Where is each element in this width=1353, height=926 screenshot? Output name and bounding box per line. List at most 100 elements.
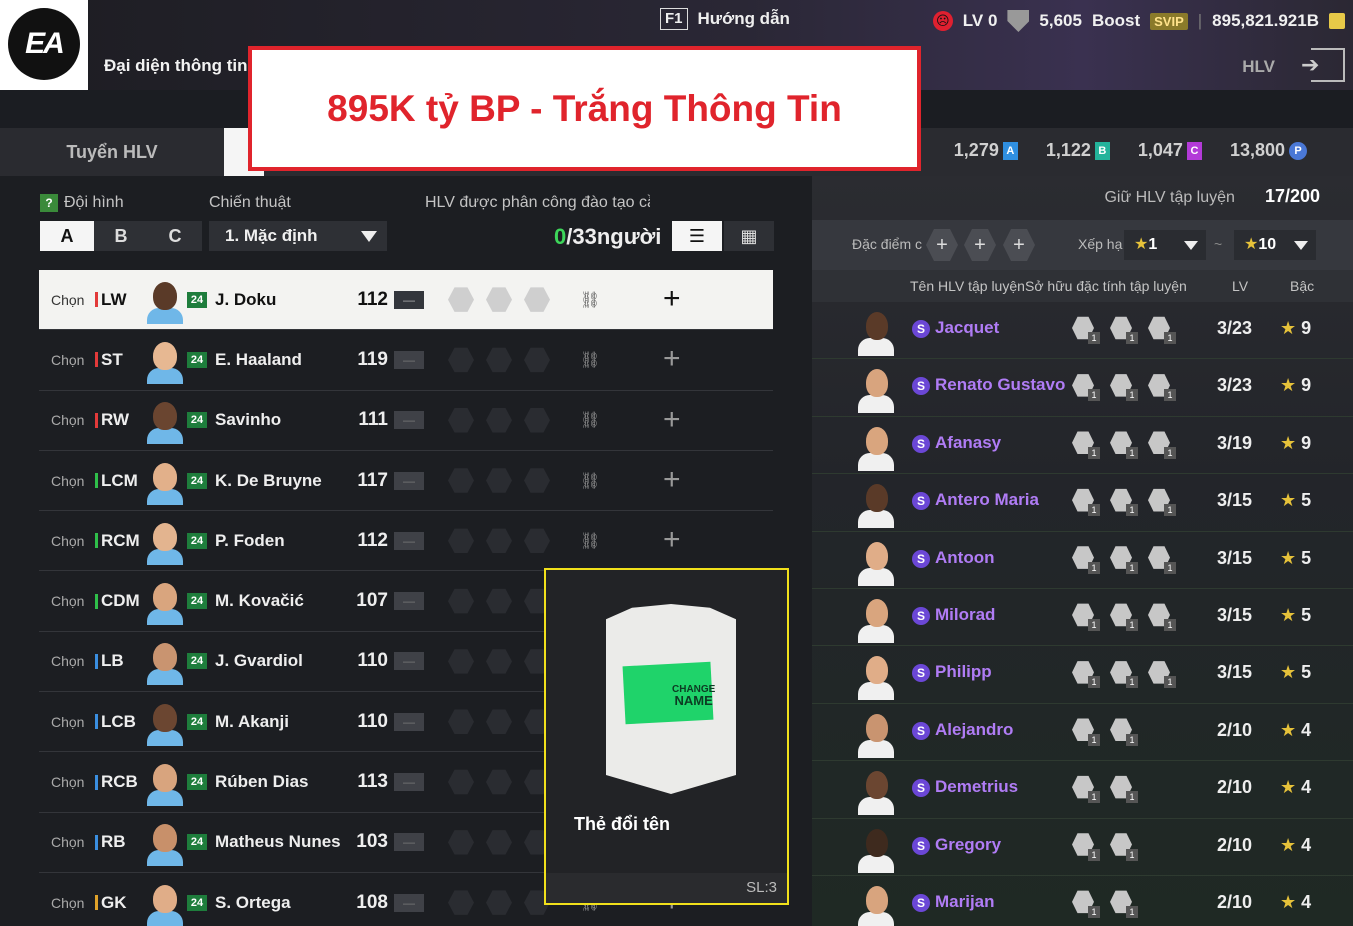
trait-slot[interactable] (448, 649, 474, 674)
minus-button[interactable]: — (394, 411, 424, 430)
minus-button[interactable]: — (394, 833, 424, 852)
trait-slot[interactable] (524, 347, 550, 373)
trait-slot[interactable] (448, 890, 474, 915)
choose-label[interactable]: Chọn (51, 292, 95, 308)
trait-slot[interactable] (486, 528, 512, 554)
trait-slot[interactable] (486, 830, 512, 855)
link-icon[interactable]: ⛓ (580, 471, 600, 491)
coach-row[interactable]: S Gregory 1 1 2/10 ★ 4 (812, 819, 1353, 876)
add-coach-button[interactable]: + (663, 282, 681, 316)
rank-from-select[interactable]: ★1 (1124, 230, 1206, 260)
position-label: CDM (95, 591, 145, 611)
choose-label[interactable]: Chọn (51, 533, 95, 549)
trait-slot[interactable] (448, 287, 474, 312)
pitch-view-button[interactable]: ▦ (724, 221, 774, 251)
minus-button[interactable]: — (394, 290, 424, 309)
help-button[interactable]: F1 Hướng dẫn (660, 8, 790, 30)
minus-button[interactable]: — (394, 531, 424, 550)
choose-label[interactable]: Chọn (51, 774, 95, 790)
position-label: RCB (95, 772, 145, 792)
trait-slot[interactable] (524, 468, 550, 493)
position-label: LCM (95, 471, 145, 491)
player-row[interactable]: Chọn LCM 24 K. De Bruyne 117 — ⛓ + (39, 451, 773, 512)
trait-slot[interactable] (448, 709, 474, 734)
coach-row[interactable]: S Milorad 1 1 1 3/15 ★ 5 (812, 589, 1353, 647)
coach-row[interactable]: S Jacquet 1 1 1 3/23 ★ 9 (812, 302, 1353, 360)
link-icon[interactable]: ⛓ (580, 531, 600, 551)
choose-label[interactable]: Chọn (51, 593, 95, 609)
squad-tab-b[interactable]: B (94, 221, 148, 251)
position-marker (95, 593, 98, 609)
link-icon[interactable]: ⛓ (580, 350, 600, 370)
choose-label[interactable]: Chọn (51, 352, 95, 368)
squad-tab-c[interactable]: C (148, 221, 202, 251)
trait-slot[interactable] (486, 890, 512, 915)
player-name: P. Foden (215, 530, 285, 550)
trait-slot[interactable] (486, 287, 512, 312)
choose-label[interactable]: Chọn (51, 473, 95, 489)
add-coach-button[interactable]: + (663, 342, 681, 376)
trait-slot[interactable] (448, 408, 474, 433)
trait-slot[interactable] (448, 347, 474, 373)
player-row[interactable]: Chọn RW 24 Savinho 111 — ⛓ + (39, 391, 773, 451)
coach-row[interactable]: S Antoon 1 1 1 3/15 ★ 5 (812, 532, 1353, 589)
coach-row[interactable]: S Marijan 1 1 2/10 ★ 4 (812, 876, 1353, 926)
trait-slot[interactable] (448, 528, 474, 554)
link-icon[interactable]: ⛓ (580, 410, 600, 430)
coach-row[interactable]: S Demetrius 1 1 2/10 ★ 4 (812, 761, 1353, 819)
trait-slot[interactable] (486, 347, 512, 373)
help-question-icon[interactable]: ? (40, 194, 58, 212)
trait-slot[interactable] (448, 588, 474, 614)
list-view-button[interactable]: ☰ (672, 221, 722, 251)
add-coach-button[interactable]: + (663, 463, 681, 497)
add-coach-button[interactable]: + (663, 403, 681, 437)
minus-button[interactable]: — (394, 652, 424, 671)
player-row[interactable]: Chọn LW 24 J. Doku 112 — ⛓ + (39, 270, 773, 331)
trait-slot[interactable] (524, 528, 550, 554)
add-coach-button[interactable]: + (663, 523, 681, 557)
trait-slot[interactable] (448, 468, 474, 493)
trait-slot[interactable] (486, 769, 512, 795)
add-trait-filter-2[interactable]: + (964, 229, 996, 261)
exit-icon[interactable] (1301, 48, 1345, 82)
player-name: E. Haaland (215, 349, 302, 369)
minus-button[interactable]: — (394, 712, 424, 731)
minus-button[interactable]: — (394, 893, 424, 912)
tactic-select[interactable]: 1. Mặc định (209, 221, 387, 251)
star-icon: ★ (1280, 719, 1302, 740)
trait-slot[interactable] (524, 408, 550, 433)
link-icon[interactable]: ⛓ (580, 290, 600, 310)
trait-slot[interactable] (486, 468, 512, 493)
trait-slot[interactable] (486, 588, 512, 614)
choose-label[interactable]: Chọn (51, 412, 95, 428)
coach-row[interactable]: S Antero Maria 1 1 1 3/15 ★ 5 (812, 474, 1353, 532)
minus-button[interactable]: — (394, 471, 424, 490)
choose-label[interactable]: Chọn (51, 653, 95, 669)
trait-slot[interactable] (524, 287, 550, 312)
add-trait-filter-1[interactable]: + (926, 229, 958, 261)
minus-button[interactable]: — (394, 773, 424, 792)
player-row[interactable]: Chọn RCM 24 P. Foden 112 — ⛓ + (39, 511, 773, 572)
coach-row[interactable]: S Alejandro 1 1 2/10 ★ 4 (812, 704, 1353, 762)
rename-card-popup[interactable]: CHANGE NAME Thẻ đổi tên SL:3 (544, 568, 789, 905)
coach-row[interactable]: S Afanasy 1 1 1 3/19 ★ 9 (812, 417, 1353, 475)
trait-slot[interactable] (486, 709, 512, 734)
trait-slot[interactable] (486, 408, 512, 433)
choose-label[interactable]: Chọn (51, 895, 95, 911)
minus-button[interactable]: — (394, 350, 424, 369)
trait-slot[interactable] (448, 769, 474, 795)
squad-tab-a[interactable]: A (40, 221, 94, 251)
trait-slot[interactable] (486, 649, 512, 674)
trait-slots (448, 709, 550, 735)
choose-label[interactable]: Chọn (51, 834, 95, 850)
rank-to-select[interactable]: ★10 (1234, 230, 1316, 260)
trait-slot[interactable] (448, 830, 474, 855)
minus-button[interactable]: — (394, 592, 424, 611)
add-trait-filter-3[interactable]: + (1003, 229, 1035, 261)
coach-row[interactable]: S Philipp 1 1 1 3/15 ★ 5 (812, 646, 1353, 704)
season-badge: 24 (187, 291, 207, 308)
tab-recruit-coach[interactable]: Tuyển HLV (0, 128, 224, 176)
choose-label[interactable]: Chọn (51, 714, 95, 730)
coach-row[interactable]: S Renato Gustavo 1 1 1 3/23 ★ 9 (812, 359, 1353, 417)
player-row[interactable]: Chọn ST 24 E. Haaland 119 — ⛓ + (39, 330, 773, 391)
